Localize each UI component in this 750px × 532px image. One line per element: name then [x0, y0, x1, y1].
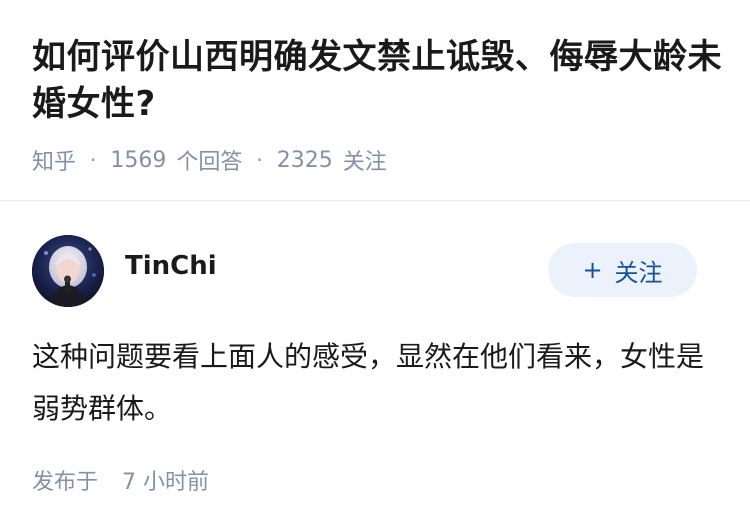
user-avatar-icon: [32, 235, 104, 307]
author-name[interactable]: TinChi: [125, 251, 217, 281]
question-title[interactable]: 如何评价山西明确发文禁止诋毁、侮辱大龄未婚女性?: [32, 34, 722, 128]
publish-time-value: 7 小时前: [122, 470, 210, 495]
publish-label: 发布于: [32, 470, 99, 495]
question-meta: 知乎 · 1569 个回答 · 2325 关注: [32, 143, 387, 177]
follow-button[interactable]: + 关注: [548, 243, 697, 297]
follow-count: 2325: [276, 147, 333, 173]
publish-time: 发布于 7 小时前: [32, 464, 209, 496]
answer-count-label: 个回答: [176, 150, 243, 175]
plus-icon: +: [582, 256, 603, 284]
source-label[interactable]: 知乎: [32, 144, 76, 176]
meta-separator: ·: [90, 148, 97, 172]
meta-separator: ·: [256, 148, 263, 172]
answer-card: TinChi + 关注 这种问题要看上面人的感受，显然在他们看来，女性是弱势群体…: [0, 201, 750, 532]
follow-count-label: 关注: [342, 150, 387, 175]
question-header: 如何评价山西明确发文禁止诋毁、侮辱大龄未婚女性? 知乎 · 1569 个回答 ·…: [0, 0, 750, 200]
answer-content[interactable]: 这种问题要看上面人的感受，显然在他们看来，女性是弱势群体。: [32, 331, 722, 435]
follow-button-label: 关注: [614, 258, 663, 287]
answer-count: 1569: [110, 147, 167, 173]
author-avatar[interactable]: [32, 235, 104, 307]
